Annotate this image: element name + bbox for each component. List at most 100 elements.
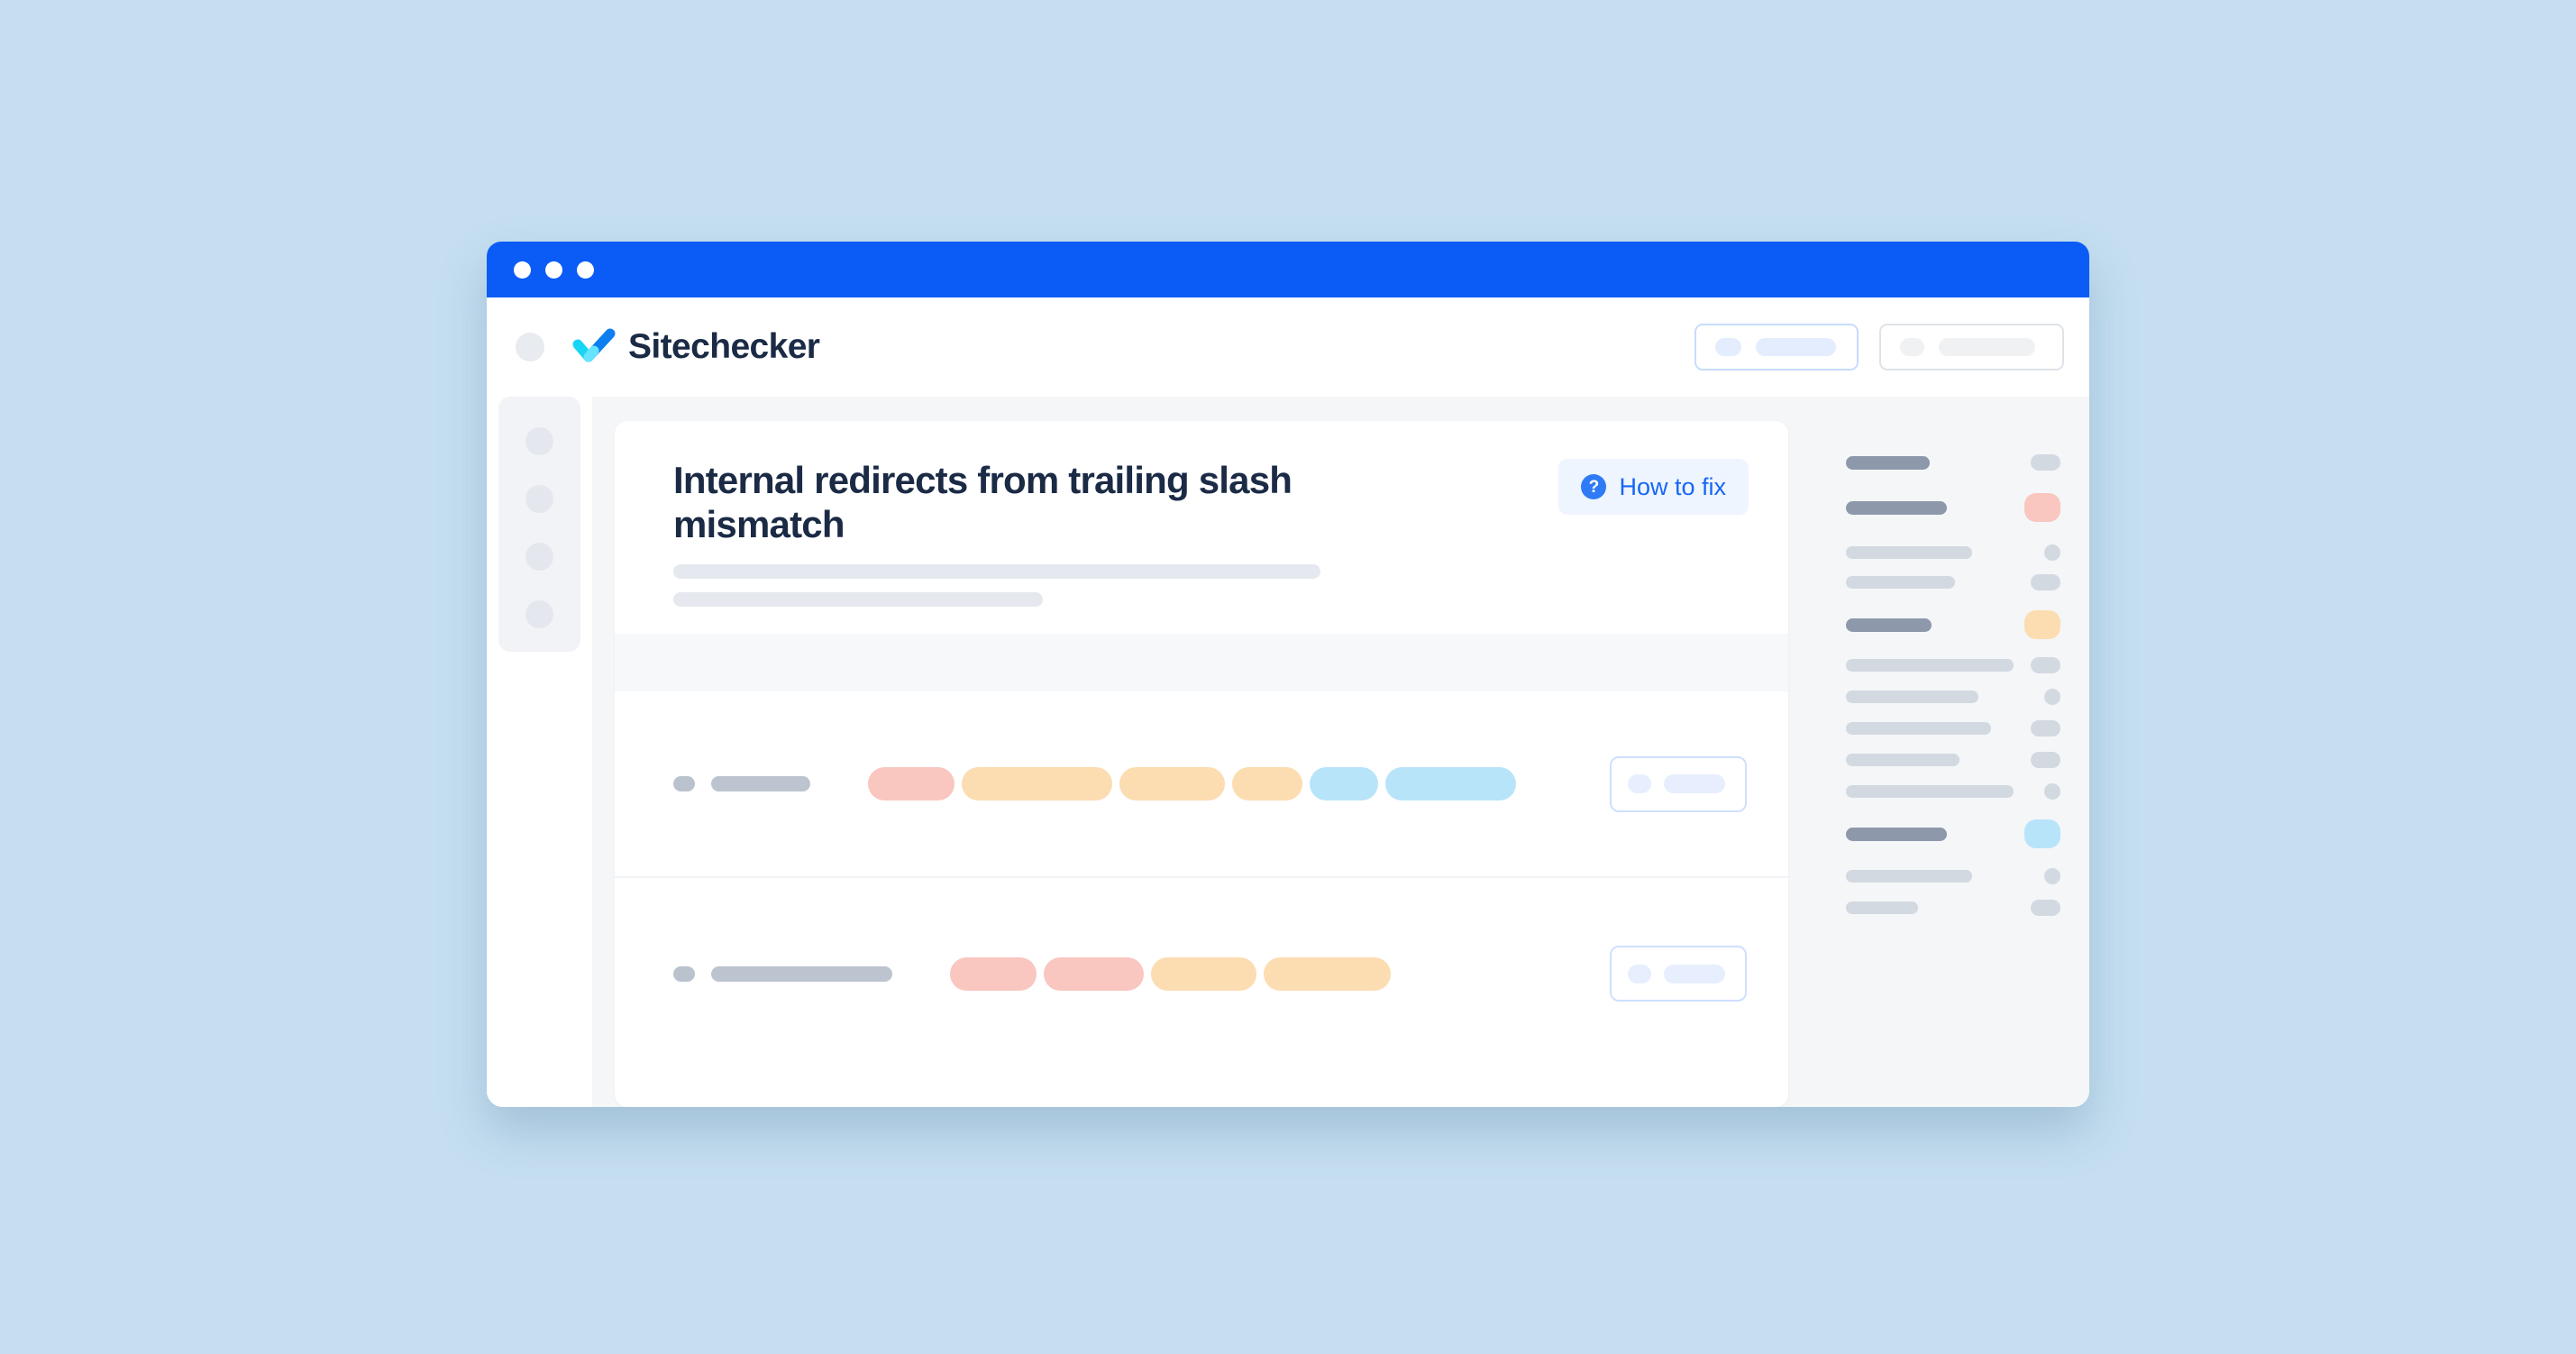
panel-row-badge	[2031, 574, 2060, 590]
double-check-logo-icon	[572, 328, 616, 362]
panel-row-9[interactable]	[1846, 752, 2060, 768]
panel-row-4[interactable]	[1846, 574, 2060, 590]
avatar[interactable]	[516, 333, 544, 361]
app-header: Sitechecker	[487, 297, 2089, 397]
row-label-group	[673, 965, 892, 982]
title-skeleton-line-2	[673, 592, 1043, 608]
panel-row-badge	[2024, 610, 2060, 639]
panel-row-badge	[2024, 819, 2060, 848]
panel-row-badge	[2031, 454, 2060, 471]
window-titlebar	[487, 242, 2089, 297]
button-label-placeholder	[1664, 774, 1725, 794]
panel-row-label	[1846, 618, 1932, 632]
status-chip	[868, 767, 955, 801]
result-row-1[interactable]	[615, 691, 1788, 879]
panel-row-6[interactable]	[1846, 657, 2060, 673]
panel-row-8[interactable]	[1846, 720, 2060, 736]
page-title: Internal redirects from trailing slash m…	[673, 459, 1293, 545]
left-sidebar	[498, 397, 580, 652]
panel-row-label	[1846, 722, 1991, 735]
how-to-fix-label: How to fix	[1619, 472, 1726, 500]
row-chip-group	[810, 767, 1588, 801]
row-url-placeholder	[711, 776, 810, 792]
status-chip	[1151, 956, 1256, 991]
app-body: Internal redirects from trailing slash m…	[487, 397, 2089, 1107]
brand-logo[interactable]: Sitechecker	[572, 327, 820, 367]
window-maximize-dot[interactable]	[577, 261, 594, 279]
panel-row-11[interactable]	[1846, 819, 2060, 848]
panel-row-label	[1846, 691, 1978, 703]
sidebar-item-4[interactable]	[525, 600, 553, 628]
panel-row-label	[1846, 455, 1930, 470]
button-icon-placeholder	[1628, 964, 1651, 983]
panel-row-label	[1846, 546, 1972, 559]
row-chip-group	[892, 956, 1588, 991]
row-label-group	[673, 776, 810, 792]
row-action-button-1[interactable]	[1610, 755, 1747, 812]
button-icon-placeholder	[1715, 338, 1741, 356]
how-to-fix-button[interactable]: ? How to fix	[1558, 459, 1749, 515]
panel-row-1[interactable]	[1846, 454, 2060, 471]
title-skeleton-line-1	[673, 564, 1320, 580]
question-mark-icon: ?	[1581, 474, 1607, 499]
window-close-dot[interactable]	[514, 261, 531, 279]
left-rail-container	[487, 397, 592, 1107]
right-panel	[1819, 397, 2089, 1107]
panel-row-5[interactable]	[1846, 610, 2060, 639]
status-chip	[1044, 956, 1144, 991]
panel-row-badge	[2031, 657, 2060, 673]
panel-row-badge	[2044, 868, 2060, 884]
panel-row-badge	[2031, 752, 2060, 768]
button-label-placeholder	[1939, 338, 2035, 356]
button-label-placeholder	[1756, 338, 1836, 356]
panel-row-badge	[2044, 783, 2060, 800]
panel-row-label	[1846, 659, 2014, 672]
primary-header-button[interactable]	[1694, 324, 1859, 371]
panel-row-2[interactable]	[1846, 493, 2060, 522]
panel-row-badge	[2031, 720, 2060, 736]
panel-row-7[interactable]	[1846, 689, 2060, 705]
card-header-text: Internal redirects from trailing slash m…	[673, 459, 1537, 608]
panel-row-label	[1846, 901, 1918, 914]
panel-row-label	[1846, 500, 1947, 515]
panel-row-12[interactable]	[1846, 868, 2060, 884]
panel-row-badge	[2044, 689, 2060, 705]
panel-row-label	[1846, 785, 2014, 798]
table-header-strip	[615, 634, 1788, 692]
panel-row-badge	[2031, 900, 2060, 916]
panel-row-3[interactable]	[1846, 544, 2060, 561]
panel-row-label	[1846, 576, 1955, 589]
issue-card: Internal redirects from trailing slash m…	[615, 421, 1788, 1107]
panel-row-label	[1846, 754, 1959, 766]
result-row-2[interactable]	[615, 878, 1788, 1069]
sidebar-item-2[interactable]	[525, 485, 553, 513]
brand-name: Sitechecker	[628, 327, 820, 366]
row-action-button-2[interactable]	[1610, 946, 1747, 1002]
browser-window: Sitechecker Internal redirects from trai…	[487, 242, 2089, 1107]
panel-row-10[interactable]	[1846, 783, 2060, 800]
button-icon-placeholder	[1628, 774, 1651, 794]
row-url-placeholder	[711, 965, 892, 982]
panel-row-13[interactable]	[1846, 900, 2060, 916]
panel-row-label	[1846, 870, 1972, 883]
status-chip	[1119, 767, 1225, 801]
panel-row-badge	[2044, 544, 2060, 561]
button-icon-placeholder	[1900, 338, 1924, 356]
header-actions	[1694, 324, 2064, 371]
sidebar-item-3[interactable]	[525, 543, 553, 571]
status-chip	[1264, 956, 1391, 991]
panel-row-label	[1846, 827, 1947, 841]
sidebar-item-1[interactable]	[525, 427, 553, 455]
main-content: Internal redirects from trailing slash m…	[592, 397, 1819, 1107]
secondary-header-button[interactable]	[1879, 324, 2064, 371]
status-chip	[1232, 767, 1302, 801]
window-minimize-dot[interactable]	[545, 261, 562, 279]
status-chip	[1310, 767, 1378, 801]
panel-row-badge	[2024, 493, 2060, 522]
status-chip	[1385, 767, 1516, 801]
card-header: Internal redirects from trailing slash m…	[615, 421, 1788, 634]
row-marker	[673, 965, 695, 982]
status-chip	[950, 956, 1037, 991]
status-chip	[962, 767, 1112, 801]
row-marker	[673, 776, 695, 792]
